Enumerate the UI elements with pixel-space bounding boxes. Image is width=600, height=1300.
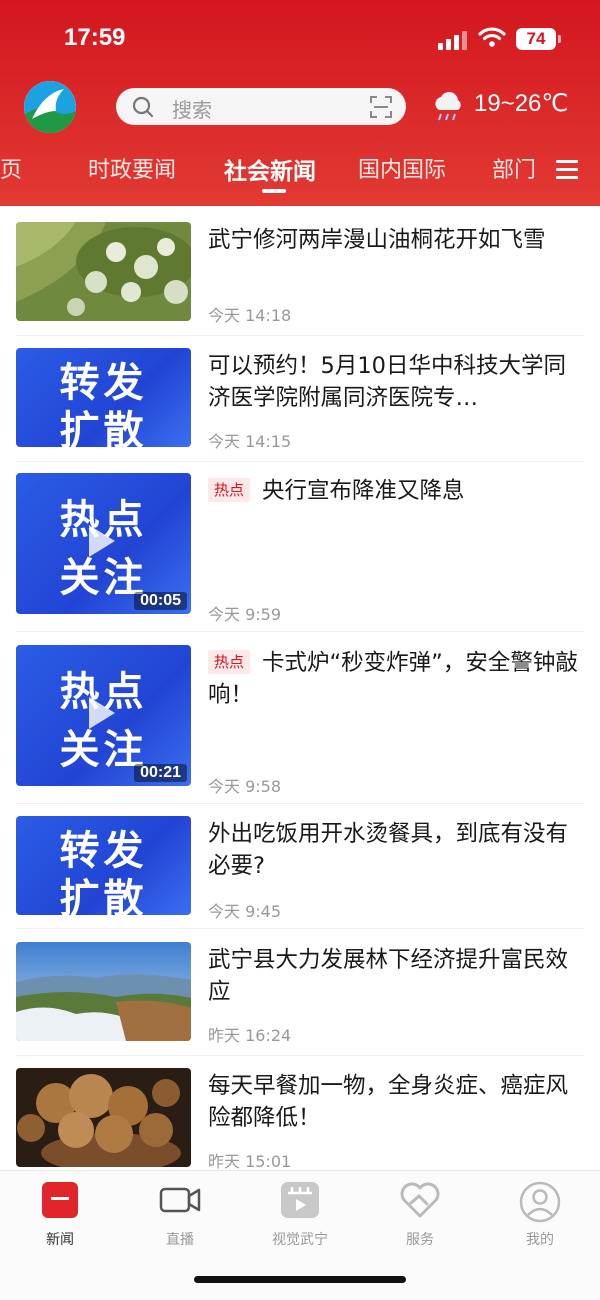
app-header: 17:59 74 搜索 19~26℃ 首页 时政要 [0,0,600,206]
news-title: 外出吃饭用开水烫餐具，到底有没有必要? [208,821,569,879]
search-icon [132,96,154,118]
hot-tag: 热点 [208,478,251,502]
video-duration: 00:05 [134,592,187,610]
nav-label: 我的 [526,1232,554,1248]
news-thumbnail: 转发 扩散 [16,348,191,447]
scan-icon[interactable] [370,96,392,118]
news-time: 今天 9:45 [208,902,282,921]
battery-indicator: 74 [516,28,556,50]
nav-label: 服务 [406,1232,434,1248]
mountain-clouds-image [16,942,191,1041]
weather-temperature: 19~26℃ [474,90,569,117]
news-time: 今天 9:58 [208,777,282,796]
status-time: 17:59 [64,24,126,51]
tab-departments[interactable]: 部门 [492,152,534,184]
news-time: 今天 14:18 [208,306,292,325]
hot-topic-video-image: 热点 关注 00:05 [16,473,191,614]
hot-topic-video-image: 热点 关注 00:21 [16,645,191,786]
gallery-icon [281,1182,319,1218]
video-camera-icon [159,1187,201,1213]
nav-label: 视觉武宁 [272,1232,328,1248]
news-item[interactable]: 武宁修河两岸漫山油桐花开如飞雪 今天 14:18 [0,222,600,336]
battery-cap [558,35,561,43]
news-thumbnail [16,942,191,1041]
tab-society[interactable]: 社会新闻 [224,152,316,186]
news-thumbnail: 热点 关注 00:21 [16,645,191,786]
nav-live[interactable]: 直播 [130,1181,230,1249]
divider [16,1055,584,1056]
divider [16,803,584,804]
news-title: 武宁县大力发展林下经济提升富民效应 [208,947,569,1005]
search-bar[interactable]: 搜索 [116,88,406,125]
news-thumbnail [16,222,191,321]
logo-graphic [24,81,76,133]
news-time: 今天 9:59 [208,605,282,624]
user-icon [519,1181,561,1223]
wifi-icon [478,27,506,47]
news-title: 武宁修河两岸漫山油桐花开如飞雪 [208,227,546,253]
news-item[interactable]: 转发 扩散 外出吃饭用开水烫餐具，到底有没有必要? 今天 9:45 [0,816,600,929]
play-icon[interactable] [89,525,115,557]
news-item[interactable]: 热点 关注 00:21 热点 卡式炉“秒变炸弹”，安全警钟敲响！ 今天 9:58 [0,645,600,805]
news-item[interactable]: 武宁县大力发展林下经济提升富民效应 昨天 16:24 [0,942,600,1056]
walnuts-image [16,1068,191,1167]
nav-label: 新闻 [46,1232,74,1248]
news-title: 可以预约！5月10日华中科技大学同济医学院附属同济医院专… [208,353,566,411]
category-tabs: 首页 时政要闻 社会新闻 国内国际 部门 [0,150,600,200]
tab-domestic-international[interactable]: 国内国际 [358,152,446,184]
hot-tag: 热点 [208,650,251,674]
news-item[interactable]: 转发 扩散 可以预约！5月10日华中科技大学同济医学院附属同济医院专… 今天 1… [0,348,600,462]
share-card-image: 转发 扩散 [16,348,191,447]
handshake-heart-icon [400,1182,440,1218]
home-indicator[interactable] [194,1276,406,1283]
news-time: 昨天 15:01 [208,1152,292,1171]
news-thumbnail [16,1068,191,1167]
news-icon [42,1182,78,1218]
tab-politics[interactable]: 时政要闻 [88,152,176,184]
play-icon[interactable] [89,697,115,729]
video-duration: 00:21 [134,764,187,782]
news-time: 今天 14:15 [208,432,292,451]
nav-profile[interactable]: 我的 [490,1181,590,1249]
divider [16,631,584,632]
news-title: 每天早餐加一物，全身炎症、癌症风险都降低！ [208,1073,569,1131]
tab-home[interactable]: 首页 [0,152,22,184]
divider [16,461,584,462]
news-time: 昨天 16:24 [208,1026,292,1045]
search-placeholder: 搜索 [172,98,212,122]
landscape-trees-image [16,222,191,321]
share-card-image: 转发 扩散 [16,816,191,915]
nav-visual-wuning[interactable]: 视觉武宁 [250,1181,350,1249]
divider [16,928,584,929]
nav-services[interactable]: 服务 [370,1181,470,1249]
rain-cloud-icon [435,92,461,121]
news-title-text: 央行宣布降准又降息 [262,478,465,504]
thumb-text: 扩散 [59,408,148,447]
nav-news[interactable]: 新闻 [10,1181,110,1249]
news-item[interactable]: 每天早餐加一物，全身炎症、癌症风险都降低！ 昨天 15:01 [0,1068,600,1178]
cellular-signal-icon [438,30,468,50]
news-title: 热点 卡式炉“秒变炸弹”，安全警钟敲响！ [208,647,578,711]
active-tab-indicator [262,189,286,193]
thumb-text: 扩散 [59,876,148,915]
nav-label: 直播 [166,1232,194,1248]
news-thumbnail: 转发 扩散 [16,816,191,915]
app-logo[interactable] [24,81,76,133]
menu-icon[interactable] [556,160,578,184]
news-thumbnail: 热点 关注 00:05 [16,473,191,614]
news-title: 热点 央行宣布降准又降息 [208,475,578,507]
news-title-text: 卡式炉“秒变炸弹”，安全警钟敲响！ [208,650,578,708]
divider [16,335,584,336]
news-item[interactable]: 热点 关注 00:05 热点 央行宣布降准又降息 今天 9:59 [0,473,600,633]
